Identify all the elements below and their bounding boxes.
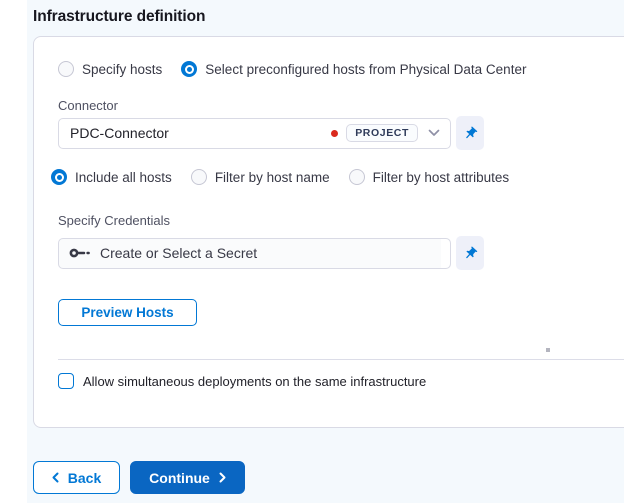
chevron-left-icon (52, 472, 59, 483)
field-end-cap (441, 238, 450, 268)
connector-status-dot (331, 129, 339, 137)
infrastructure-card: Specify hosts Select preconfigured hosts… (33, 36, 624, 428)
stray-mark (546, 348, 550, 352)
connector-field-row: PDC-Connector PROJECT (58, 116, 484, 150)
left-gutter (0, 0, 27, 503)
scope-badge: PROJECT (346, 124, 418, 142)
credentials-field-row: Create or Select a Secret (58, 236, 484, 270)
radio-label: Filter by host name (214, 169, 330, 185)
page-title: Infrastructure definition (33, 8, 206, 25)
radio-label: Select preconfigured hosts from Physical… (205, 61, 527, 77)
radio-unselected-icon[interactable] (190, 169, 207, 185)
allow-simultaneous-label: Allow simultaneous deployments on the sa… (83, 373, 427, 389)
credentials-runtime-pin-button[interactable] (456, 236, 484, 270)
infrastructure-definition-screen: Infrastructure definition Specify hosts … (0, 0, 624, 503)
secret-placeholder: Create or Select a Secret (100, 245, 258, 261)
credentials-label: Specify Credentials (58, 213, 170, 228)
radio-unselected-icon[interactable] (348, 169, 365, 185)
radio-unselected-icon[interactable] (58, 61, 74, 77)
connector-field[interactable]: PDC-Connector PROJECT (58, 117, 451, 149)
key-icon (69, 247, 91, 259)
connector-value: PDC-Connector (70, 125, 169, 141)
radio-filter-by-host-name[interactable]: Filter by host name (190, 169, 330, 185)
radio-label: Specify hosts (82, 61, 163, 77)
continue-button[interactable]: Continue (130, 461, 245, 494)
preview-hosts-button[interactable]: Preview Hosts (58, 299, 197, 326)
pin-icon (465, 246, 477, 258)
host-filter-radio-group: Include all hosts Filter by host name Fi… (51, 169, 528, 185)
connector-runtime-pin-button[interactable] (456, 116, 484, 150)
radio-selected-icon[interactable] (181, 61, 198, 77)
connector-label: Connector (58, 98, 118, 113)
continue-label: Continue (149, 469, 210, 486)
back-label: Back (67, 469, 102, 486)
radio-filter-by-host-attributes[interactable]: Filter by host attributes (348, 169, 510, 185)
secret-select-field[interactable]: Create or Select a Secret (58, 237, 451, 269)
radio-label: Filter by host attributes (372, 169, 510, 185)
radio-include-all-hosts[interactable]: Include all hosts (51, 169, 172, 185)
allow-simultaneous-row[interactable]: Allow simultaneous deployments on the sa… (58, 373, 426, 389)
pin-icon (465, 126, 477, 138)
chevron-right-icon (219, 472, 226, 483)
radio-label: Include all hosts (75, 169, 172, 185)
radio-select-preconfigured-hosts[interactable]: Select preconfigured hosts from Physical… (181, 61, 526, 77)
allow-simultaneous-checkbox[interactable] (58, 373, 74, 389)
radio-specify-hosts[interactable]: Specify hosts (58, 61, 162, 77)
back-button[interactable]: Back (33, 461, 120, 494)
section-divider (58, 359, 624, 360)
chevron-down-icon[interactable] (428, 129, 440, 137)
host-source-radio-group: Specify hosts Select preconfigured hosts… (58, 61, 545, 77)
radio-selected-icon[interactable] (51, 169, 67, 185)
preview-hosts-label: Preview Hosts (81, 305, 174, 320)
